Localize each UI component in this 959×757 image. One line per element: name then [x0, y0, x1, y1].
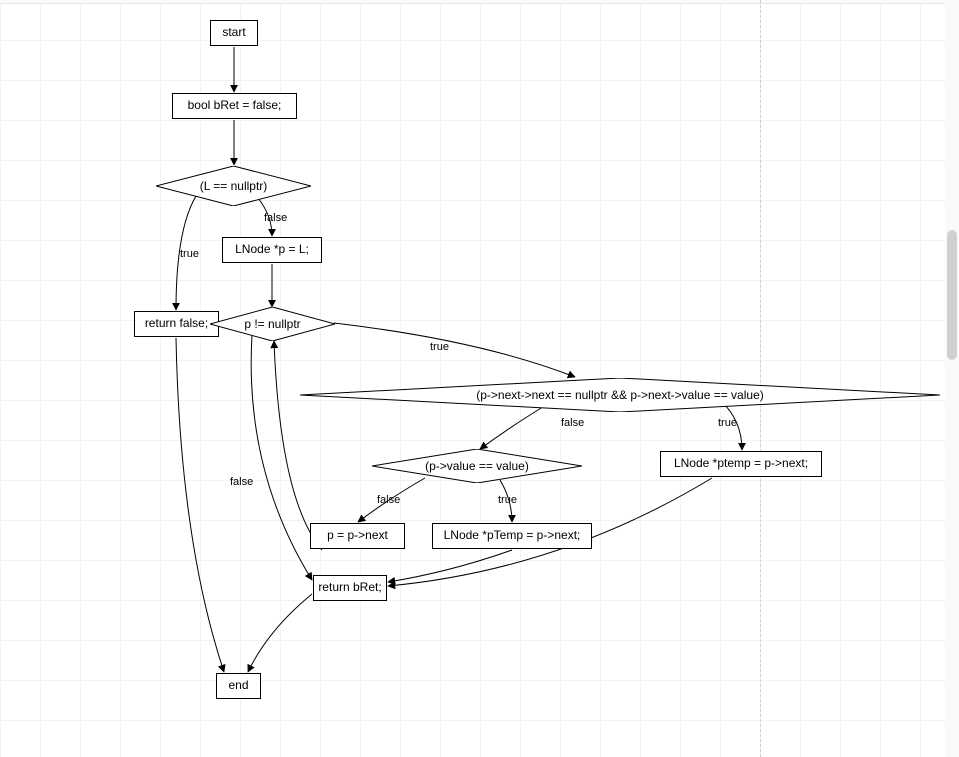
edge-label-c1-false: false — [264, 212, 287, 224]
edge-label-c3-false: false — [561, 417, 584, 429]
decision-value-eq[interactable]: (p->value == value) — [372, 449, 582, 483]
node-return-bret[interactable]: return bRet; — [313, 575, 387, 601]
toolbar-area — [0, 0, 959, 4]
edge-label-c1-true: true — [180, 248, 199, 260]
node-assign-p[interactable]: LNode *p = L; — [222, 237, 322, 263]
node-end[interactable]: end — [216, 673, 261, 699]
decision-l-null[interactable]: (L == nullptr) — [156, 166, 311, 206]
edge-label-c2-true: true — [430, 341, 449, 353]
canvas[interactable]: start bool bRet = false; return false; L… — [0, 0, 959, 757]
decision-next-next[interactable]: (p->next->next == nullptr && p->next->va… — [300, 378, 940, 412]
node-init-bret[interactable]: bool bRet = false; — [172, 93, 297, 119]
node-start[interactable]: start — [210, 20, 258, 46]
edge-label-c3-true: true — [718, 417, 737, 429]
node-ptemp-lower[interactable]: LNode *pTemp = p->next; — [432, 523, 592, 549]
edge-label-c4-true: true — [498, 494, 517, 506]
node-return-false[interactable]: return false; — [134, 311, 219, 337]
node-p-next[interactable]: p = p->next — [310, 523, 405, 549]
node-ptemp-upper[interactable]: LNode *ptemp = p->next; — [660, 451, 822, 477]
decision-p-notnull[interactable]: p != nullptr — [210, 307, 335, 341]
scrollbar-thumb[interactable] — [947, 230, 957, 360]
vertical-scrollbar[interactable] — [945, 0, 959, 757]
edge-label-c2-false: false — [230, 476, 253, 488]
edge-label-c4-false: false — [377, 494, 400, 506]
